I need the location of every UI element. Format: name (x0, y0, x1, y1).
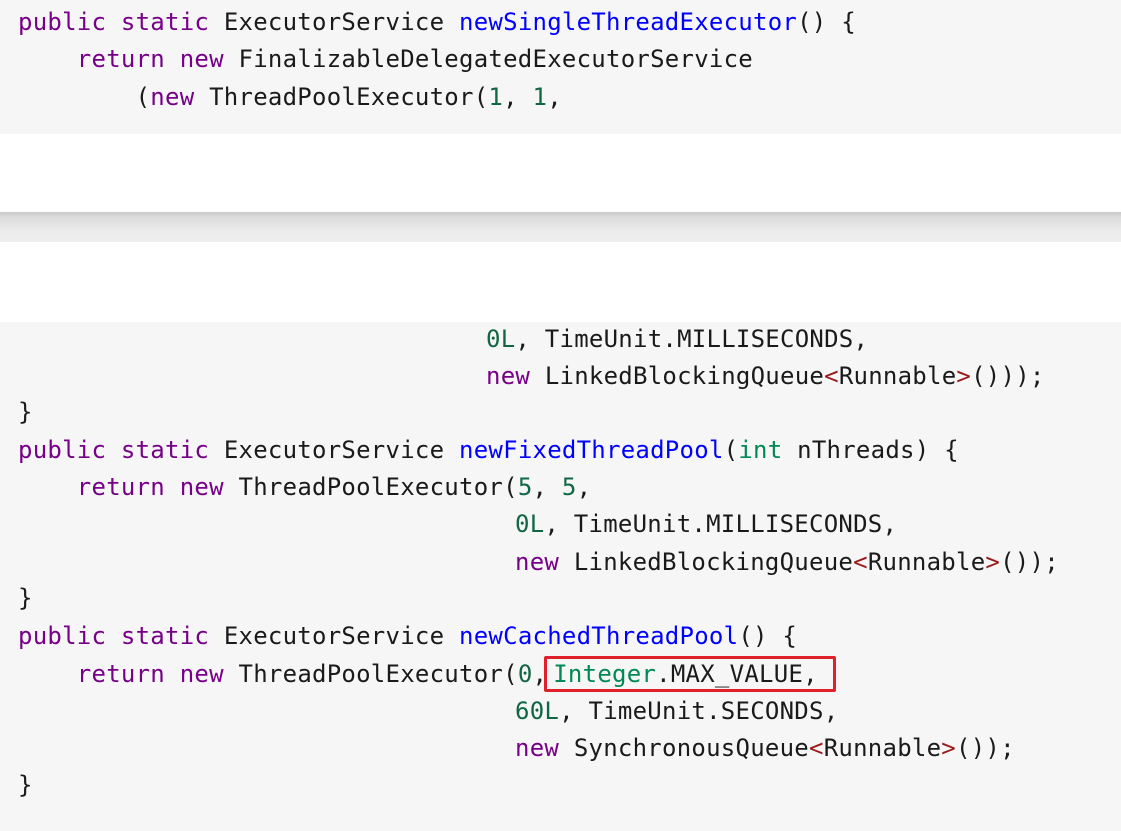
code-line: public static ExecutorService newCachedT… (18, 618, 797, 654)
generic-type: Runnable (823, 734, 942, 762)
code-text: ) { (914, 436, 959, 464)
page-gap (0, 242, 1121, 322)
return-type: ExecutorService (223, 436, 445, 464)
code-text: , TimeUnit.MILLISECONDS, (515, 325, 869, 353)
code-text: , (532, 473, 562, 501)
keyword: new (515, 734, 560, 762)
code-text: () { (738, 622, 798, 650)
keyword: public (18, 436, 107, 464)
code-line: public static ExecutorService newSingleT… (18, 4, 856, 40)
code-line: return new FinalizableDelegatedExecutorS… (18, 41, 753, 77)
keyword: new (179, 473, 224, 501)
code-text: , (503, 83, 533, 111)
code-line: return new ThreadPoolExecutor(5, 5, (18, 469, 591, 505)
keyword: return (76, 473, 165, 501)
code-text: ( (135, 83, 151, 111)
class-name: SynchronousQueue (573, 734, 809, 762)
closing-brace: } (18, 398, 33, 426)
parameter-name: nThreads (797, 436, 915, 464)
code-line: 0L, TimeUnit.MILLISECONDS, (515, 506, 897, 542)
keyword: new (179, 660, 224, 688)
keyword: static (120, 8, 210, 36)
keyword: static (120, 622, 210, 650)
number-literal: 0L (486, 325, 516, 353)
generic-type: Runnable (838, 362, 957, 390)
code-text: () { (797, 8, 856, 36)
keyword: public (18, 622, 107, 650)
max-value-highlight-box: Integer.MAX_VALUE, (544, 656, 836, 692)
closing-brace: } (18, 584, 33, 612)
keyword: new (179, 45, 224, 73)
code-text: .MAX_VALUE, (656, 660, 818, 688)
method-name: newCachedThreadPool (459, 622, 739, 650)
code-text: , (576, 473, 592, 501)
code-text: , (547, 83, 562, 111)
method-name: newSingleThreadExecutor (459, 8, 798, 36)
keyword: return (76, 660, 165, 688)
code-line: new SynchronousQueue<Runnable>()); (515, 730, 1015, 766)
class-name: ThreadPoolExecutor( (238, 473, 518, 501)
angle-bracket: < (809, 734, 824, 762)
class-name: Integer (553, 660, 657, 688)
code-line: public static ExecutorService newFixedTh… (18, 432, 959, 468)
class-name: FinalizableDelegatedExecutorService (238, 45, 753, 73)
angle-bracket: > (941, 734, 956, 762)
code-line: new LinkedBlockingQueue<Runnable>())); (486, 358, 1045, 394)
code-text: ( (723, 436, 739, 464)
code-line: return new ThreadPoolExecutor(0, Integer.… (18, 656, 836, 692)
class-name: LinkedBlockingQueue (573, 548, 854, 576)
code-line: } (18, 767, 33, 803)
code-text: ()); (1000, 548, 1059, 576)
code-line: (new ThreadPoolExecutor(1, 1, (18, 79, 562, 115)
angle-bracket: < (824, 362, 839, 390)
code-line: 60L, TimeUnit.SECONDS, (515, 693, 838, 729)
code-line: 0L, TimeUnit.MILLISECONDS, (486, 321, 868, 357)
code-text: , TimeUnit.SECONDS, (559, 697, 839, 725)
code-line: new LinkedBlockingQueue<Runnable>()); (515, 544, 1059, 580)
class-name: LinkedBlockingQueue (544, 362, 825, 390)
generic-type: Runnable (867, 548, 986, 576)
code-text: , TimeUnit.MILLISECONDS, (544, 510, 898, 538)
keyword: new (486, 362, 531, 390)
primitive-type: int (738, 436, 783, 464)
number-literal: 1 (532, 83, 548, 111)
return-type: ExecutorService (223, 622, 445, 650)
keyword: new (150, 83, 195, 111)
number-literal: 5 (561, 473, 577, 501)
page-gap (0, 134, 1121, 212)
number-literal: 0 (517, 660, 533, 688)
code-text: ()); (956, 734, 1015, 762)
angle-bracket: > (985, 548, 1001, 576)
keyword: new (515, 548, 560, 576)
number-literal: 0L (515, 510, 545, 538)
keyword: return (76, 45, 165, 73)
code-text: ())); (971, 362, 1045, 390)
angle-bracket: < (853, 548, 868, 576)
class-name: ThreadPoolExecutor( (209, 83, 489, 111)
keyword: public (18, 8, 107, 36)
number-literal: 60L (515, 697, 560, 725)
code-line: } (18, 394, 33, 430)
keyword: static (120, 436, 210, 464)
number-literal: 1 (488, 83, 504, 111)
number-literal: 5 (517, 473, 533, 501)
method-name: newFixedThreadPool (459, 436, 724, 464)
angle-bracket: > (956, 362, 972, 390)
scroll-separator (0, 212, 1121, 242)
return-type: ExecutorService (223, 8, 445, 36)
code-line: } (18, 580, 33, 616)
closing-brace: } (18, 771, 33, 799)
class-name: ThreadPoolExecutor( (238, 660, 518, 688)
